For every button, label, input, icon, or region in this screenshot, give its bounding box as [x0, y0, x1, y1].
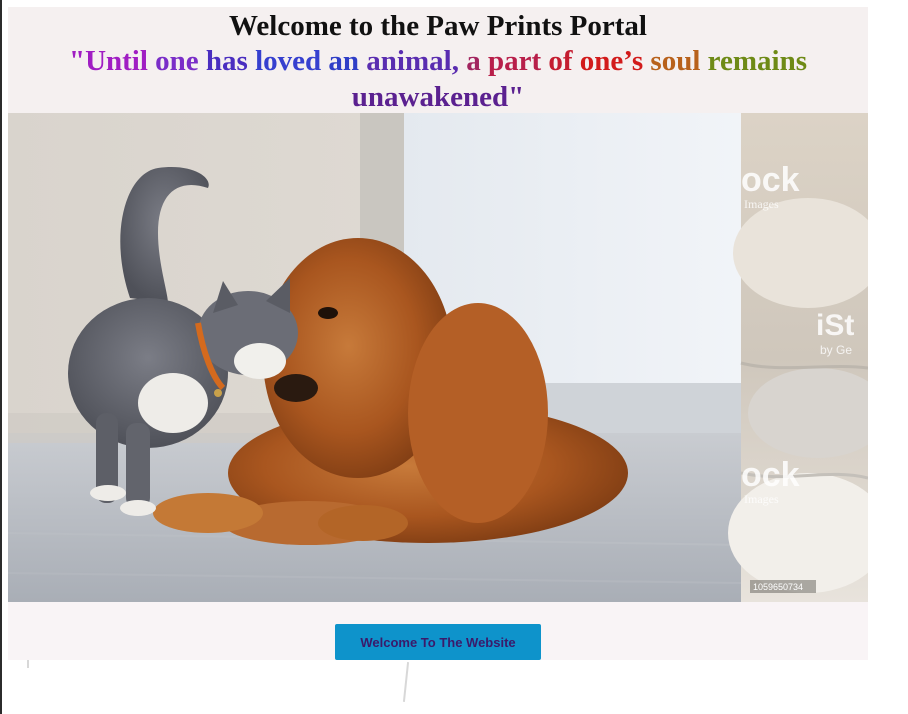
quote-word: loved [255, 45, 322, 77]
decorative-mark [27, 660, 29, 668]
quote-word: one’s [579, 45, 644, 77]
quote-word: one [155, 45, 199, 77]
pet-quote: "Until one has loved an animal, a part o… [8, 43, 868, 115]
stock-id: 1059650734 [753, 582, 803, 592]
welcome-button[interactable]: Welcome To The Website [335, 624, 541, 660]
quote-word: an [328, 45, 360, 77]
watermark-brand-sub: by Ge [820, 343, 852, 357]
quote-word: unawakened" [351, 81, 525, 113]
quote-word: has [205, 45, 248, 77]
page-title: Welcome to the Paw Prints Portal [229, 10, 647, 42]
quote-word: animal, [366, 45, 459, 77]
watermark-secondary-bottom: Images [744, 492, 779, 506]
watermark-primary-bottom: ock [741, 456, 800, 494]
quote-word: of [548, 45, 573, 77]
watermark-brand: iSt [816, 309, 854, 342]
quote-word: remains [707, 45, 808, 77]
hero-image: ock Images iSt by Ge ock Images 10596507… [8, 113, 868, 602]
quote-word: part [487, 45, 542, 77]
hero-photo-cat-and-dog: ock Images iSt by Ge ock Images 10596507… [8, 113, 868, 602]
quote-word: "Until [68, 45, 148, 77]
window-edge [0, 0, 2, 714]
site-header: Welcome to the Paw Prints Portal "Until … [8, 7, 868, 113]
decorative-mark [402, 662, 410, 702]
quote-word: a [466, 45, 481, 77]
quote-word: soul [650, 45, 701, 77]
watermark-secondary-top: Images [744, 197, 779, 211]
watermark-primary-top: ock [741, 161, 800, 199]
